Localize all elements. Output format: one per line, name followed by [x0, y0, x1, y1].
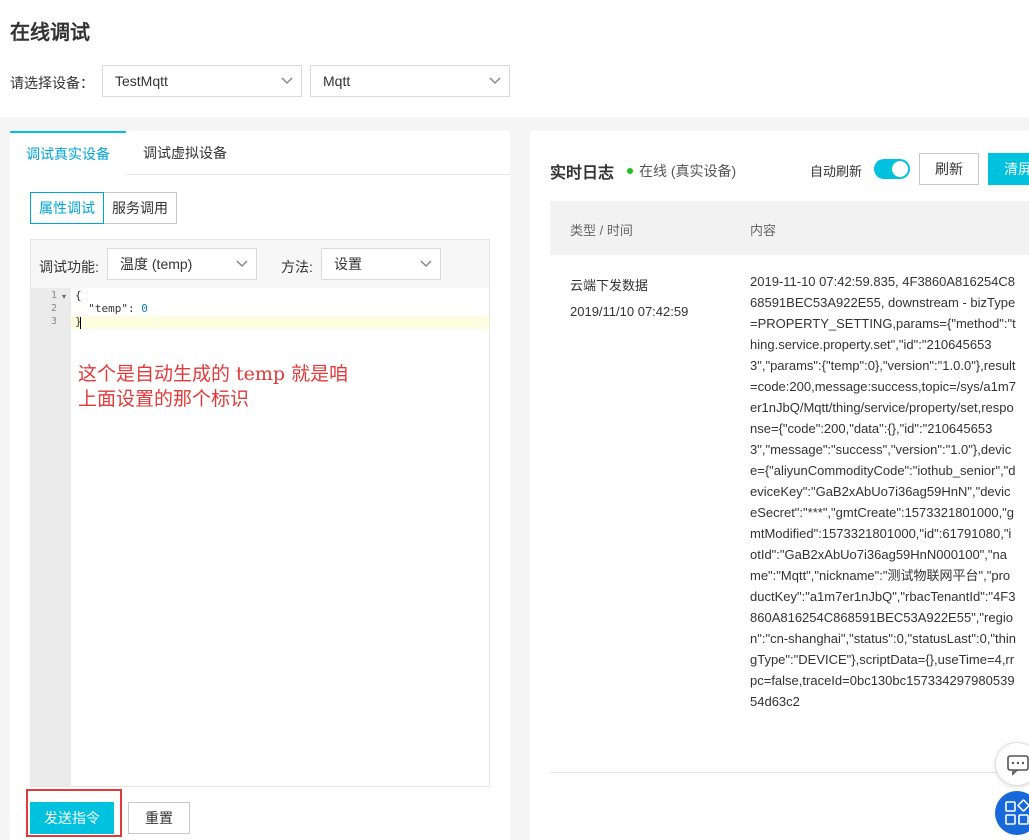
page-title: 在线调试 — [10, 22, 90, 44]
annotation-line: 这个是自动生成的 temp 就是咱 — [78, 363, 349, 385]
device-tabs: 调试真实设备 调试虚拟设备 — [10, 131, 510, 176]
chevron-down-icon — [489, 77, 501, 85]
line-number: 3 — [50, 316, 57, 327]
apps-grid-icon — [1005, 799, 1029, 825]
debug-mode-switch: 属性调试 服务调用 — [30, 192, 177, 224]
product-select[interactable]: TestMqtt — [102, 65, 302, 97]
chevron-down-icon — [236, 260, 248, 268]
editor-gutter: 1 ▾ 2 3 — [31, 288, 71, 786]
method-select[interactable]: 设置 — [321, 248, 441, 280]
chevron-down-icon — [281, 77, 293, 85]
page-header: 在线调试 请选择设备： TestMqtt Mqtt — [0, 0, 1029, 117]
send-command-button[interactable]: 发送指令 — [30, 802, 114, 834]
column-header-type-time: 类型 / 时间 — [570, 223, 633, 238]
toggle-knob — [892, 161, 908, 177]
method-select-value: 设置 — [334, 256, 362, 272]
auto-refresh-label: 自动刷新 — [810, 164, 863, 179]
chat-bubble-icon — [1007, 755, 1029, 776]
tab-service-call[interactable]: 服务调用 — [104, 192, 177, 224]
device-select-value: Mqtt — [323, 73, 351, 89]
log-title: 实时日志 — [550, 165, 615, 182]
device-select[interactable]: Mqtt — [310, 65, 510, 97]
clear-button[interactable]: 清屏 — [988, 153, 1029, 185]
function-label: 调试功能: — [39, 259, 99, 275]
reset-button[interactable]: 重置 — [128, 802, 190, 834]
column-header-content: 内容 — [750, 223, 777, 238]
text-cursor — [80, 317, 81, 329]
log-table: 类型 / 时间 内容 云端下发数据 2019/11/10 07:42:59 20… — [550, 201, 1029, 773]
chevron-down-icon — [420, 260, 432, 268]
chat-float-button[interactable] — [995, 742, 1029, 786]
tab-real-device[interactable]: 调试真实设备 — [10, 131, 126, 176]
fold-arrow-icon[interactable]: ▾ — [62, 292, 66, 301]
annotation-line: 上面设置的那个标识 — [78, 388, 250, 410]
log-type: 云端下发数据 — [570, 278, 649, 293]
online-status-dot — [627, 168, 633, 174]
code-line-2: "temp": 0 — [75, 302, 148, 315]
code-key: "temp": — [75, 302, 142, 315]
debug-box: 调试功能: 温度 (temp) 方法: 设置 1 ▾ 2 3 { "temp":… — [30, 239, 490, 787]
log-content: 2019-11-10 07:42:59.835, 4F3860A816254C8… — [750, 274, 1017, 709]
auto-refresh-toggle[interactable] — [874, 159, 910, 179]
device-status: 在线 (真实设备) — [639, 163, 737, 179]
debug-panel: 调试真实设备 调试虚拟设备 属性调试 服务调用 调试功能: 温度 (temp) … — [10, 131, 510, 840]
function-select-value: 温度 (temp) — [120, 256, 193, 272]
line-number: 1 — [50, 290, 57, 301]
code-value: 0 — [141, 302, 148, 315]
log-panel: 实时日志 在线 (真实设备) 自动刷新 刷新 清屏 类型 / 时间 内容 云端下… — [530, 131, 1029, 840]
device-select-label: 请选择设备： — [10, 75, 94, 91]
annotation-note: 这个是自动生成的 temp 就是咱 上面设置的那个标识 — [78, 362, 398, 412]
apps-float-button[interactable] — [995, 791, 1029, 835]
product-select-value: TestMqtt — [115, 73, 168, 89]
line-number: 2 — [50, 303, 57, 314]
log-table-header: 类型 / 时间 内容 — [550, 201, 1029, 255]
method-label: 方法: — [281, 259, 313, 275]
debug-toolbar: 调试功能: 温度 (temp) 方法: 设置 — [31, 240, 489, 288]
tab-property-debug[interactable]: 属性调试 — [30, 192, 104, 224]
json-editor[interactable]: 1 ▾ 2 3 { "temp": 0 } 这个是自动生成的 temp 就是咱 … — [31, 288, 489, 786]
function-select[interactable]: 温度 (temp) — [107, 248, 257, 280]
log-time: 2019/11/10 07:42:59 — [570, 304, 689, 319]
refresh-button[interactable]: 刷新 — [919, 153, 979, 185]
active-line-highlight — [71, 316, 489, 329]
tab-virtual-device[interactable]: 调试虚拟设备 — [127, 131, 243, 175]
code-line-1: { — [75, 289, 82, 302]
